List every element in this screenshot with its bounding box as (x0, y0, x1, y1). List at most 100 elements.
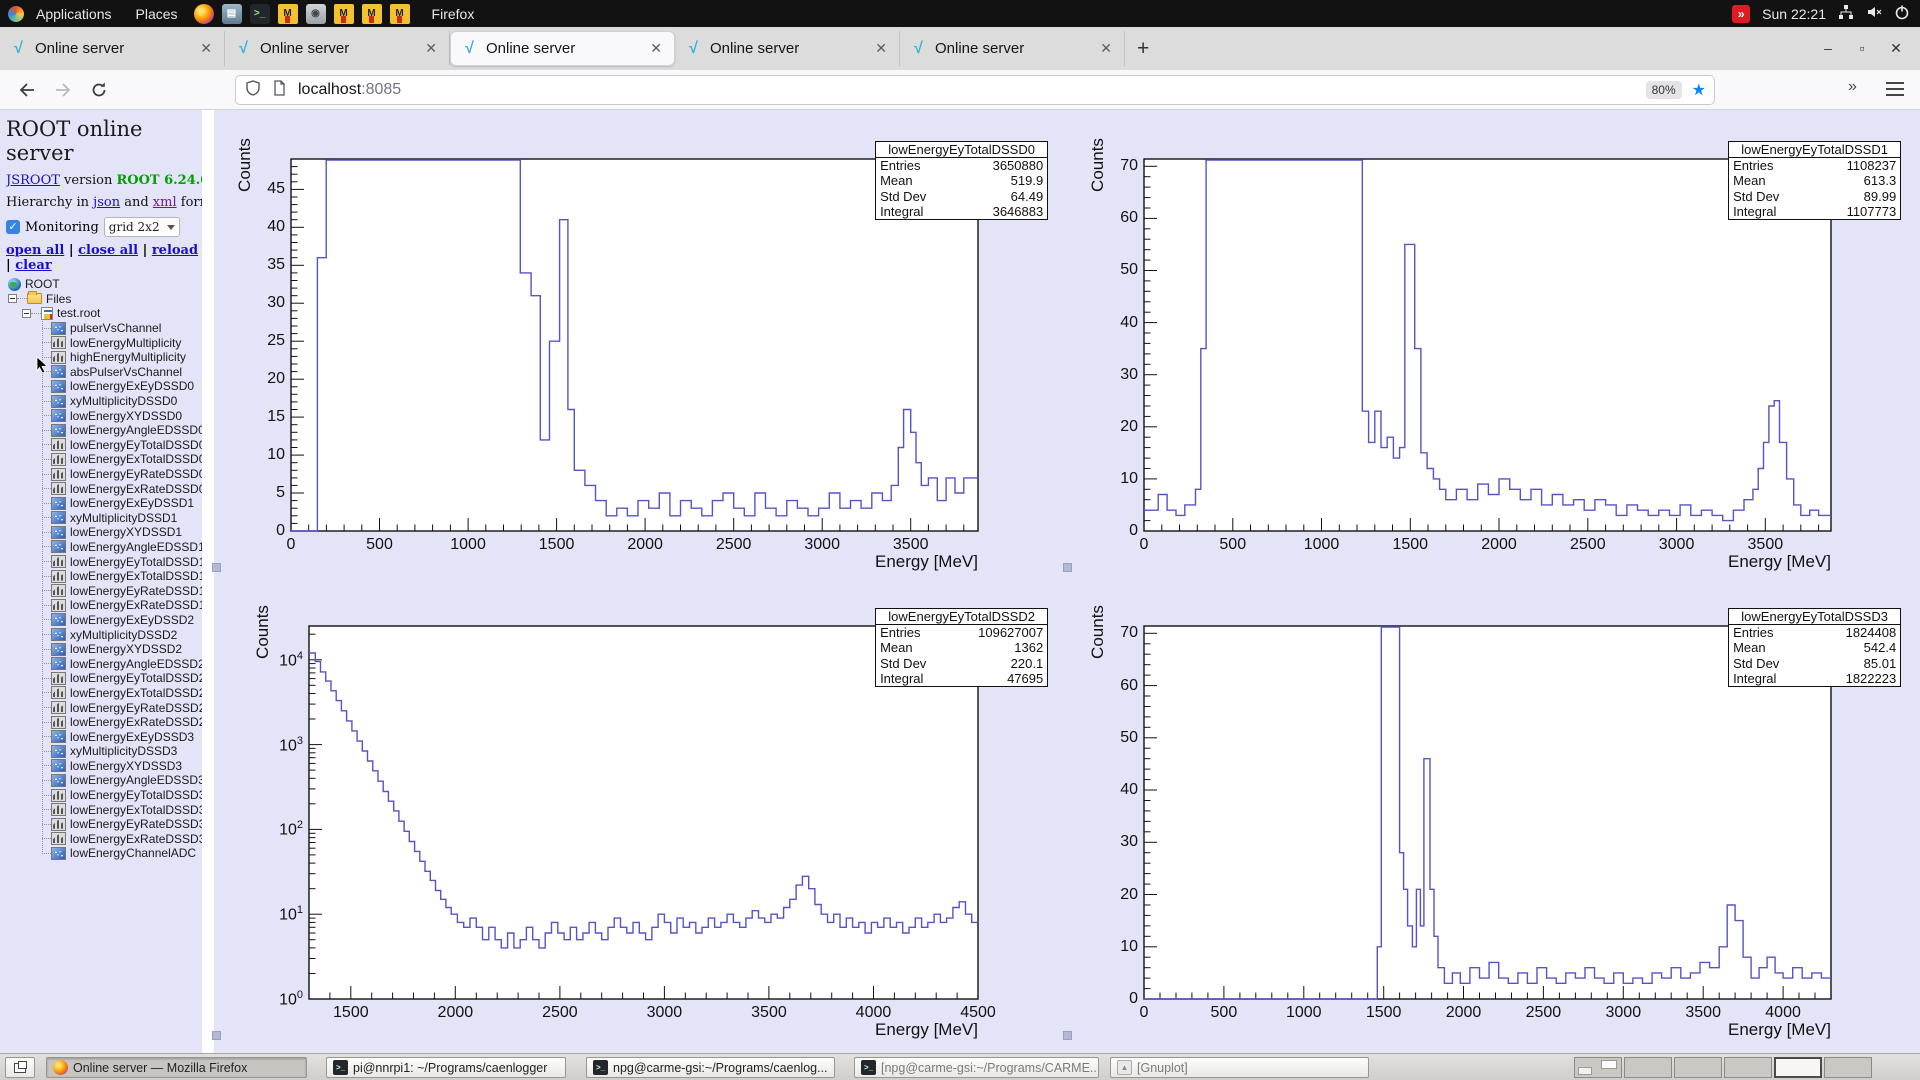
close-button[interactable]: ✕ (1886, 40, 1906, 57)
tree-item-lowEnergyExTotalDSSD1[interactable]: lowEnergyExTotalDSSD1 (6, 569, 202, 584)
taskbar-item-4[interactable]: >_ [npg@carme-gsi:~/Programs/CARME... (854, 1057, 1099, 1078)
distro-menu-icon[interactable] (8, 5, 24, 22)
tab-close-icon[interactable]: ✕ (423, 40, 439, 57)
midas-launcher-icon[interactable]: M (361, 3, 382, 24)
collapse-expander[interactable] (22, 308, 31, 318)
tree-item-lowEnergyExTotalDSSD3[interactable]: lowEnergyExTotalDSSD3 (6, 802, 202, 817)
browser-tab-2[interactable]: √ Online server ✕ (225, 31, 450, 66)
overflow-menu-icon[interactable]: » (1848, 78, 1857, 96)
power-icon[interactable] (1894, 4, 1910, 23)
link-clear[interactable]: clear (15, 258, 51, 273)
maximize-button[interactable]: ▫ (1852, 40, 1872, 57)
collapse-expander[interactable] (8, 294, 17, 304)
midas-launcher-icon[interactable]: M (277, 3, 298, 24)
monitoring-checkbox[interactable]: ✓ (6, 220, 20, 234)
tree-item-lowEnergyExRateDSSD0[interactable]: lowEnergyExRateDSSD0 (6, 481, 202, 496)
jsroot-link[interactable]: JSROOT (6, 173, 60, 188)
minimize-button[interactable]: – (1818, 40, 1838, 57)
files-launcher-icon[interactable]: ▤ (221, 3, 242, 24)
xml-link[interactable]: xml (153, 195, 177, 210)
link-open-all[interactable]: open all (6, 243, 64, 258)
link-close-all[interactable]: close all (78, 243, 138, 258)
volume-muted-icon[interactable] (1866, 4, 1882, 23)
tree-item-lowEnergyExEyDSSD0[interactable]: lowEnergyExEyDSSD0 (6, 379, 202, 394)
bookmark-star-icon[interactable]: ★ (1692, 80, 1706, 100)
pad-lowEnergyEyTotalDSSD2[interactable]: 1500 2000 2500 3000 3500 4000 4500 100 101 102 103… (214, 577, 1067, 1045)
workspace-5[interactable] (1774, 1057, 1822, 1078)
tree-item-lowEnergyAngleEDSSD3[interactable]: lowEnergyAngleEDSSD3 (6, 773, 202, 788)
tree-item-lowEnergyExEyDSSD3[interactable]: lowEnergyExEyDSSD3 (6, 729, 202, 744)
browser-tab-3[interactable]: √ Online server ✕ (450, 31, 675, 66)
reload-button[interactable] (84, 76, 114, 104)
workspace-3[interactable] (1674, 1057, 1722, 1078)
tree-item-lowEnergyExEyDSSD2[interactable]: lowEnergyExEyDSSD2 (6, 613, 202, 628)
pad-resize-handle[interactable] (1063, 1031, 1072, 1040)
browser-tab-4[interactable]: √ Online server ✕ (675, 31, 900, 66)
tree-item-lowEnergyChannelADC[interactable]: lowEnergyChannelADC (6, 846, 202, 861)
tree-item-lowEnergyEyRateDSSD0[interactable]: lowEnergyEyRateDSSD0 (6, 467, 202, 482)
tab-close-icon[interactable]: ✕ (198, 40, 214, 57)
workspace-6[interactable] (1824, 1057, 1872, 1078)
tab-close-icon[interactable]: ✕ (873, 40, 889, 57)
tree-item-lowEnergyExRateDSSD2[interactable]: lowEnergyExRateDSSD2 (6, 715, 202, 730)
menu-applications[interactable]: Applications (24, 0, 124, 27)
taskbar-item-3[interactable]: >_ npg@carme-gsi:~/Programs/caenlog... (586, 1057, 835, 1078)
tree-item-lowEnergyMultiplicity[interactable]: lowEnergyMultiplicity (6, 335, 202, 350)
midas-launcher-icon[interactable]: M (333, 3, 354, 24)
json-link[interactable]: json (93, 195, 120, 210)
tree-item-lowEnergyExEyDSSD1[interactable]: lowEnergyExEyDSSD1 (6, 496, 202, 511)
clock[interactable]: Sun 22:21 (1762, 6, 1826, 22)
show-desktop-button[interactable] (5, 1057, 35, 1078)
tree-item-xyMultiplicityDSSD3[interactable]: xyMultiplicityDSSD3 (6, 744, 202, 759)
tree-item-xyMultiplicityDSSD0[interactable]: xyMultiplicityDSSD0 (6, 394, 202, 409)
page-icon[interactable] (270, 79, 288, 102)
taskbar-item-1[interactable]: Online server — Mozilla Firefox (46, 1057, 307, 1078)
tree-item-lowEnergyExRateDSSD3[interactable]: lowEnergyExRateDSSD3 (6, 832, 202, 847)
pad-resize-handle[interactable] (212, 1031, 221, 1040)
tree-item-lowEnergyExRateDSSD1[interactable]: lowEnergyExRateDSSD1 (6, 598, 202, 613)
tree-item-lowEnergyAngleEDSSD1[interactable]: lowEnergyAngleEDSSD1 (6, 540, 202, 555)
tree-item-lowEnergyEyRateDSSD3[interactable]: lowEnergyEyRateDSSD3 (6, 817, 202, 832)
tree-item-xyMultiplicityDSSD2[interactable]: xyMultiplicityDSSD2 (6, 627, 202, 642)
midas-launcher-icon[interactable]: M (389, 3, 410, 24)
link-reload[interactable]: reload (152, 243, 198, 258)
hamburger-menu-icon[interactable] (1886, 82, 1904, 96)
taskbar-item-2[interactable]: >_ pi@nnrpi1: ~/Programs/caenlogger (326, 1057, 566, 1078)
workspace-4[interactable] (1724, 1057, 1772, 1078)
pad-lowEnergyEyTotalDSSD0[interactable]: 0 500 1000 1500 2000 2500 3000 3500 0 5 10 15 20 25 30… (214, 110, 1067, 577)
tree-item-pulserVsChannel[interactable]: pulserVsChannel (6, 321, 202, 336)
tree-item-xyMultiplicityDSSD1[interactable]: xyMultiplicityDSSD1 (6, 511, 202, 526)
tree-item-lowEnergyXYDSSD0[interactable]: lowEnergyXYDSSD0 (6, 408, 202, 423)
tree-node-root[interactable]: ROOT (6, 277, 202, 292)
tree-node-files[interactable]: Files (6, 291, 202, 307)
tree-item-lowEnergyEyTotalDSSD0[interactable]: lowEnergyEyTotalDSSD0 (6, 438, 202, 453)
pad-lowEnergyEyTotalDSSD3[interactable]: 0 500 1000 1500 2000 2500 3000 3500 4000 0 10 20 30 4… (1067, 577, 1920, 1045)
tree-item-lowEnergyEyTotalDSSD2[interactable]: lowEnergyEyTotalDSSD2 (6, 671, 202, 686)
firefox-launcher-icon[interactable] (193, 3, 214, 24)
zoom-level-badge[interactable]: 80% (1645, 81, 1682, 99)
network-icon[interactable] (1838, 4, 1854, 23)
pad-resize-handle[interactable] (1063, 563, 1072, 572)
tree-item-lowEnergyAngleEDSSD2[interactable]: lowEnergyAngleEDSSD2 (6, 656, 202, 671)
tree-item-lowEnergyAngleEDSSD0[interactable]: lowEnergyAngleEDSSD0 (6, 423, 202, 438)
pad-lowEnergyEyTotalDSSD1[interactable]: 0 500 1000 1500 2000 2500 3000 3500 0 10 20 30 40 50 6… (1067, 110, 1920, 577)
tab-close-icon[interactable]: ✕ (1098, 40, 1114, 57)
pad-resize-handle[interactable] (212, 563, 221, 572)
taskbar-item-5[interactable]: ▲ [Gnuplot] (1110, 1057, 1369, 1078)
url-bar[interactable]: localhost:8085 80% ★ (235, 75, 1715, 105)
new-tab-button[interactable]: + (1125, 37, 1161, 61)
workspace-1[interactable] (1574, 1057, 1622, 1078)
tree-item-lowEnergyEyTotalDSSD1[interactable]: lowEnergyEyTotalDSSD1 (6, 554, 202, 569)
tree-item-lowEnergyXYDSSD2[interactable]: lowEnergyXYDSSD2 (6, 642, 202, 657)
tree-item-lowEnergyExTotalDSSD2[interactable]: lowEnergyExTotalDSSD2 (6, 686, 202, 701)
tree-item-lowEnergyXYDSSD3[interactable]: lowEnergyXYDSSD3 (6, 759, 202, 774)
browser-tab-1[interactable]: √ Online server ✕ (0, 31, 225, 66)
tree-item-lowEnergyEyRateDSSD1[interactable]: lowEnergyEyRateDSSD1 (6, 583, 202, 598)
back-button[interactable] (12, 76, 42, 104)
tab-close-icon[interactable]: ✕ (648, 40, 664, 57)
forward-button[interactable] (48, 76, 78, 104)
workspace-2[interactable] (1624, 1057, 1672, 1078)
terminal-launcher-icon[interactable]: >_ (249, 3, 270, 24)
shot-launcher-icon[interactable]: ◉ (305, 3, 326, 24)
tree-item-lowEnergyEyTotalDSSD3[interactable]: lowEnergyEyTotalDSSD3 (6, 788, 202, 803)
